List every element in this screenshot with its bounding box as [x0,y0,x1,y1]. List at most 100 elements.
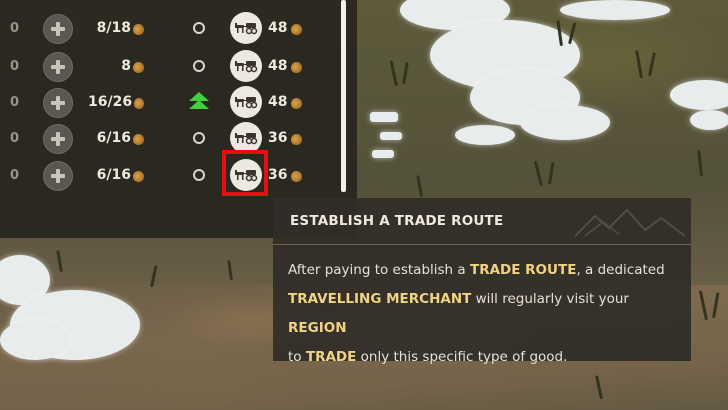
trend-indicator [187,48,211,84]
trade-route-price: 48 [268,84,314,120]
plus-icon [51,169,65,183]
add-trade-button[interactable] [43,14,73,44]
grass-tuft [533,160,543,187]
snow-patch [370,112,398,122]
grass-tuft [150,265,158,288]
trade-row: 0 6/16 36 [0,157,330,193]
tooltip-text: to [288,349,306,365]
coin-sack-icon [291,133,303,145]
ring-icon [193,60,205,72]
coin-sack-icon [291,97,303,109]
trade-route-tooltip: ESTABLISH A TRADE ROUTE After paying to … [273,198,691,365]
trade-route-price: 36 [268,120,314,156]
trade-row: 0 8/18 48 [0,10,330,46]
mountain-ornament-icon [575,208,685,237]
stock-value: 8 [121,58,131,74]
trend-indicator [187,157,211,193]
coin-sack-icon [133,23,144,35]
snow-patch [560,0,670,20]
tooltip-line: to TRADE only this specific type of good… [288,343,680,372]
trade-route-price: 36 [268,157,314,193]
establish-trade-route-button[interactable] [230,12,262,44]
price-value: 36 [268,130,288,146]
grass-tuft [227,259,233,281]
grass-tuft [648,52,656,77]
stock-amount: 16/26 [88,84,144,120]
grass-tuft [635,50,643,79]
price-value: 48 [268,94,288,110]
price-value: 48 [268,20,288,36]
trade-route-price: 48 [268,10,314,46]
stock-value: 8/18 [96,20,131,36]
grass-tuft [402,62,409,85]
trade-route-count: 0 [10,94,20,110]
plus-icon [51,96,65,110]
tooltip-text: only this specific type of good. [356,349,568,365]
establish-trade-route-button[interactable] [230,50,262,82]
trend-indicator [187,84,211,120]
tooltip-line: After paying to establish a TRADE ROUTE,… [288,256,680,285]
trade-row: 0 16/26 48 [0,84,330,120]
plus-icon [51,60,65,74]
price-value: 48 [268,58,288,74]
horse-cart-icon [235,133,258,145]
stock-value: 6/16 [96,167,131,183]
snow-patch [0,320,70,360]
ring-icon [193,22,205,34]
snow-patch [690,110,728,130]
coin-sack-icon [133,133,144,145]
horse-cart-icon [235,23,258,35]
coin-sack-icon [291,170,303,182]
trade-route-price: 48 [268,48,314,84]
keyword-trade-route: TRADE ROUTE [469,262,577,278]
add-trade-button[interactable] [43,52,73,82]
grass-tuft [548,162,555,185]
horse-cart-icon [235,61,258,73]
trend-indicator [187,120,211,156]
price-value: 36 [268,167,288,183]
plus-icon [51,22,65,36]
trade-route-count: 0 [10,130,20,146]
add-trade-button[interactable] [43,161,73,191]
stock-amount: 8 [88,48,144,84]
tooltip-line: TRAVELLING MERCHANT will regularly visit… [288,285,680,343]
stock-amount: 6/16 [88,157,144,193]
coin-sack-icon [291,61,303,73]
coin-sack-icon [133,170,144,182]
keyword-trade: TRADE [305,349,357,365]
stock-amount: 6/16 [88,120,144,156]
snow-patch [372,150,394,158]
trade-route-count: 0 [10,167,20,183]
keyword-travelling-merchant: TRAVELLING MERCHANT [288,291,472,307]
grass-tuft [56,250,63,273]
trade-row: 0 8 48 [0,48,330,84]
keyword-region: REGION [288,320,347,336]
snow-patch [380,132,402,140]
stock-amount: 8/18 [88,10,144,46]
grass-tuft [389,60,398,87]
snow-patch [670,80,728,110]
tooltip-text: will regularly visit your [471,291,629,307]
tooltip-title: ESTABLISH A TRADE ROUTE [290,213,504,229]
tooltip-text: After paying to establish a [288,262,470,278]
tooltip-body: After paying to establish a TRADE ROUTE,… [288,256,680,372]
add-trade-button[interactable] [43,124,73,154]
coin-sack-icon [291,23,303,35]
green-double-arrow-up-icon [189,92,209,112]
stock-value: 16/26 [88,94,133,110]
trade-row: 0 6/16 36 [0,120,330,156]
snow-patch [520,105,610,140]
panel-scrollbar[interactable] [341,0,346,192]
add-trade-button[interactable] [43,88,73,118]
establish-trade-route-button[interactable] [230,86,262,118]
snow-patch [455,125,515,145]
coin-sack-icon [133,61,144,73]
trend-indicator [187,10,211,46]
tooltip-text: , a dedicated [576,262,665,278]
ring-icon [193,169,205,181]
grass-tuft [416,175,423,198]
trade-route-count: 0 [10,58,20,74]
horse-cart-icon [235,97,258,109]
highlight-box [222,150,268,196]
trade-route-count: 0 [10,20,20,36]
